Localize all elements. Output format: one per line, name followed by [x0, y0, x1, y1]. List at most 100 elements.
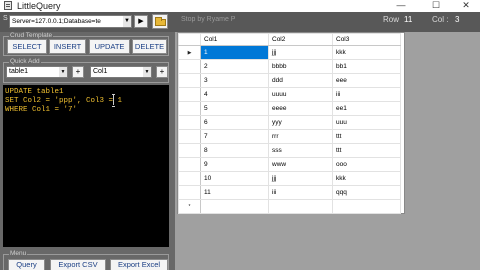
results-table: Col1 Col2 Col3 ▶ 1 jjj kkk 2 bbbb bb1 3 ddd eee 4 u…: [178, 33, 401, 214]
query-button[interactable]: Query: [8, 259, 45, 270]
row-header[interactable]: ▶: [178, 45, 201, 60]
header-row: Col1 Col2 Col3: [178, 33, 401, 46]
add-column-button[interactable]: +: [156, 66, 168, 78]
table-cell[interactable]: bb1: [332, 59, 401, 74]
table-cell[interactable]: 5: [200, 101, 269, 116]
file-hint: Stop by Ryame P: [181, 16, 236, 23]
results-grid[interactable]: Col1 Col2 Col3 ▶ 1 jjj kkk 2 bbbb bb1 3 ddd eee 4 u…: [177, 32, 405, 214]
row-header[interactable]: [178, 101, 201, 116]
row-header[interactable]: [178, 115, 201, 130]
connection-combo[interactable]: Server=127.0.0.1;Database=te ▼: [9, 15, 132, 28]
table-cell[interactable]: 4: [200, 87, 269, 102]
table-cell[interactable]: 7: [200, 129, 269, 144]
table-cell[interactable]: [268, 199, 333, 214]
table-row[interactable]: 9 www ooo: [178, 157, 401, 172]
minimize-button[interactable]: —: [390, 0, 412, 12]
table-cell[interactable]: eeee: [268, 101, 333, 116]
table-cell[interactable]: qqq: [332, 185, 401, 200]
connect-button[interactable]: ▶: [134, 15, 148, 28]
table-cell[interactable]: 2: [200, 59, 269, 74]
column-header[interactable]: Col1: [200, 33, 269, 46]
table-cell[interactable]: uuuu: [268, 87, 333, 102]
export-excel-button[interactable]: Export Excel: [110, 259, 168, 270]
table-row[interactable]: 6 yyy uuu: [178, 115, 401, 130]
editor-line: UPDATE table1: [5, 88, 64, 96]
table-row[interactable]: ▶ 1 jjj kkk: [178, 45, 401, 60]
close-button[interactable]: ✕: [455, 0, 477, 12]
table-cell[interactable]: ee1: [332, 101, 401, 116]
table-cell[interactable]: kkk: [332, 171, 401, 186]
table-cell[interactable]: ddd: [268, 73, 333, 88]
row-count: 11: [404, 15, 413, 24]
column-select[interactable]: Col1 ▼: [90, 66, 152, 78]
new-row-marker: *: [178, 199, 201, 214]
col-count: 3: [455, 15, 460, 24]
connection-string: Server=127.0.0.1;Database=te: [12, 18, 101, 25]
table-select[interactable]: table1 ▼: [6, 66, 68, 78]
row-header[interactable]: [178, 73, 201, 88]
open-file-button[interactable]: [152, 14, 168, 29]
sql-editor[interactable]: UPDATE table1 SET Col2 = 'ppp', Col3 = 1…: [3, 85, 169, 247]
row-header[interactable]: [178, 157, 201, 172]
insert-button[interactable]: INSERT: [49, 39, 86, 54]
table-cell[interactable]: 10: [200, 171, 269, 186]
column-header[interactable]: Col2: [268, 33, 333, 46]
delete-button[interactable]: DELETE: [132, 39, 167, 54]
table-cell[interactable]: 8: [200, 143, 269, 158]
chevron-down-icon[interactable]: ▼: [123, 16, 131, 27]
table-cell[interactable]: 3: [200, 73, 269, 88]
row-label: Row: [383, 15, 400, 24]
maximize-button[interactable]: ☐: [425, 0, 447, 12]
table-cell[interactable]: [332, 199, 401, 214]
editor-line: SET Col2 = 'ppp', Col3 = 1: [5, 97, 123, 105]
play-icon: ▶: [138, 18, 144, 25]
update-button[interactable]: UPDATE: [89, 39, 130, 54]
table-cell[interactable]: ooo: [332, 157, 401, 172]
chevron-down-icon[interactable]: ▼: [143, 67, 151, 77]
row-header[interactable]: [178, 185, 201, 200]
table-cell[interactable]: 11: [200, 185, 269, 200]
table-cell[interactable]: kkk: [332, 45, 401, 60]
folder-icon: [155, 17, 166, 26]
table-row[interactable]: 11 iii qqq: [178, 185, 401, 200]
column-header[interactable]: Col3: [332, 33, 401, 46]
table-cell[interactable]: eee: [332, 73, 401, 88]
row-header[interactable]: [178, 171, 201, 186]
editor-line: WHERE Col1 = '7': [5, 106, 78, 114]
table-cell[interactable]: ttt: [332, 143, 401, 158]
table-cell[interactable]: jjj: [268, 45, 333, 60]
row-header[interactable]: [178, 59, 201, 74]
row-header[interactable]: [178, 143, 201, 158]
select-button[interactable]: SELECT: [7, 39, 47, 54]
table-row[interactable]: 8 sss ttt: [178, 143, 401, 158]
table-row[interactable]: 10 jjj kkk: [178, 171, 401, 186]
add-table-button[interactable]: +: [72, 66, 84, 78]
table-cell[interactable]: 9: [200, 157, 269, 172]
table-cell[interactable]: jjj: [268, 171, 333, 186]
row-header[interactable]: [178, 129, 201, 144]
table-cell[interactable]: [200, 199, 269, 214]
table-cell[interactable]: bbbb: [268, 59, 333, 74]
table-cell[interactable]: rrr: [268, 129, 333, 144]
table-cell[interactable]: 1: [200, 45, 269, 60]
table-cell[interactable]: iii: [268, 185, 333, 200]
app-icon: [4, 1, 12, 10]
window-title: LittleQuery: [17, 1, 61, 11]
table-cell[interactable]: yyy: [268, 115, 333, 130]
table-cell[interactable]: 6: [200, 115, 269, 130]
table-row[interactable]: 2 bbbb bb1: [178, 59, 401, 74]
chevron-down-icon[interactable]: ▼: [59, 67, 67, 77]
export-csv-button[interactable]: Export CSV: [50, 259, 106, 270]
table-cell[interactable]: sss: [268, 143, 333, 158]
table-cell[interactable]: uuu: [332, 115, 401, 130]
text-cursor-icon: [112, 94, 116, 107]
table-row[interactable]: 4 uuuu iii: [178, 87, 401, 102]
table-row[interactable]: 3 ddd eee: [178, 73, 401, 88]
new-row[interactable]: *: [178, 199, 401, 214]
table-cell[interactable]: www: [268, 157, 333, 172]
table-row[interactable]: 5 eeee ee1: [178, 101, 401, 116]
table-row[interactable]: 7 rrr ttt: [178, 129, 401, 144]
row-header[interactable]: [178, 87, 201, 102]
table-cell[interactable]: iii: [332, 87, 401, 102]
table-cell[interactable]: ttt: [332, 129, 401, 144]
